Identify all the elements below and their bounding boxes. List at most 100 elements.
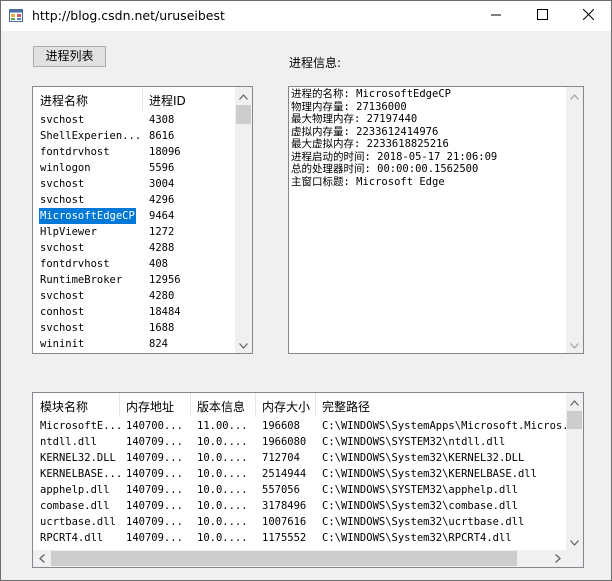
process-id-cell: 5596 [149,162,175,174]
column-divider[interactable] [190,393,191,417]
title-bar[interactable]: http://blog.csdn.net/uruseibest [1,1,611,31]
process-id-cell: 408 [149,258,168,270]
table-row[interactable]: apphelp.dll 140709... 10.0.... 557056 C:\WIN… [33,482,567,498]
memory-address-cell: 140709... [126,532,183,544]
full-path-cell: C:\WINDOWS\System32\ucrtbase.dll [322,516,525,528]
window-title: http://blog.csdn.net/uruseibest [32,8,225,23]
info-scrollbar[interactable] [566,87,583,353]
column-header-memory-address[interactable]: 内存地址 [126,398,174,415]
module-vertical-scrollbar[interactable] [566,393,583,550]
module-name-cell: ntdll.dll [40,436,97,448]
memory-address-cell: 140709... [126,468,183,480]
process-info-text[interactable]: 进程的名称: MicrosoftEdgeCP 物理内存量: 27136000 最大物… [291,88,565,188]
module-name-cell: combase.dll [40,500,110,512]
process-id-cell: 1272 [149,226,175,238]
table-row[interactable]: svchost 4296 [33,192,236,208]
table-row[interactable]: ShellExperien... 8616 [33,128,236,144]
scroll-thumb[interactable] [567,411,582,429]
process-name-cell: svchost [40,178,85,190]
chevron-up-icon [570,395,579,409]
chevron-up-icon [570,89,579,103]
table-row[interactable]: KERNEL32.DLL 140709... 10.0.... 712704 C:\WI… [33,450,567,466]
table-row[interactable]: winlogon 5596 [33,160,236,176]
scroll-up-button[interactable] [566,87,583,104]
chevron-down-icon [570,535,579,549]
table-row[interactable]: KERNELBASE... 140709... 10.0.... 2514944 C:\… [33,466,567,482]
table-row[interactable]: combase.dll 140709... 10.0.... 3178496 C:\WI… [33,498,567,514]
table-row[interactable]: RPCRT4.dll 140709... 10.0.... 1175552 C:\WIN… [33,530,567,546]
table-row[interactable]: svchost 4280 [33,288,236,304]
scroll-up-button[interactable] [566,393,583,410]
process-list-scrollbar[interactable] [235,87,252,353]
process-name-cell: winlogon [40,162,91,174]
maximize-button[interactable] [519,1,565,31]
scroll-down-button[interactable] [235,336,252,353]
version-cell: 10.0.... [197,484,248,496]
column-divider[interactable] [119,393,120,417]
column-header-full-path[interactable]: 完整路径 [322,398,370,415]
table-row[interactable]: svchost 1688 [33,320,236,336]
process-list-button[interactable]: 进程列表 [33,46,106,67]
scroll-thumb[interactable] [51,551,517,566]
memory-size-cell: 196608 [262,420,300,432]
column-header-process-name[interactable]: 进程名称 [40,92,88,109]
table-row[interactable]: svchost 3004 [33,176,236,192]
column-header-version[interactable]: 版本信息 [197,398,245,415]
info-line: 最大物理内存: 27197440 [291,113,418,125]
table-row[interactable]: MicrosoftEdgeCP 9464 [33,208,236,224]
table-row[interactable]: wininit 824 [33,336,236,352]
process-name-cell: svchost [40,290,85,302]
process-name-cell: wininit [40,338,85,350]
process-info-label: 进程信息: [289,56,342,70]
process-name-cell: fontdrvhost [40,258,110,270]
column-header-module-name[interactable]: 模块名称 [40,398,88,415]
minimize-button[interactable] [473,1,519,31]
column-divider[interactable] [255,393,256,417]
version-cell: 10.0.... [197,532,248,544]
scroll-down-button[interactable] [566,336,583,353]
process-id-cell: 1688 [149,322,175,334]
process-name-cell: HlpViewer [40,226,97,238]
table-row[interactable]: svchost 4308 [33,112,236,128]
table-row[interactable]: svchost 4288 [33,240,236,256]
full-path-cell: C:\WINDOWS\SYSTEM32\ntdll.dll [322,436,506,448]
column-divider[interactable] [315,393,316,417]
memory-address-cell: 140709... [126,436,183,448]
table-row[interactable]: conhost 18484 [33,304,236,320]
process-info-textbox[interactable]: 进程的名称: MicrosoftEdgeCP 物理内存量: 27136000 最大物… [288,86,584,354]
process-id-cell: 9464 [149,210,175,222]
scroll-left-button[interactable] [33,550,50,567]
memory-address-cell: 140709... [126,484,183,496]
scroll-right-button[interactable] [549,550,566,567]
column-header-process-id[interactable]: 进程ID [149,92,186,109]
close-button[interactable] [565,1,611,31]
close-icon [582,8,594,23]
module-listview[interactable]: 模块名称 内存地址 版本信息 内存大小 完整路径 MicrosoftE... 14… [32,392,584,568]
process-id-cell: 8616 [149,130,175,142]
process-id-cell: 18096 [149,146,181,158]
table-row[interactable]: HlpViewer 1272 [33,224,236,240]
table-row[interactable]: fontdrvhost 408 [33,256,236,272]
scroll-up-button[interactable] [235,87,252,104]
scroll-thumb[interactable] [236,105,251,124]
full-path-cell: C:\WINDOWS\System32\RPCRT4.dll [322,532,512,544]
chevron-up-icon [239,89,248,103]
module-name-cell: KERNEL32.DLL [40,452,116,464]
module-horizontal-scrollbar[interactable] [33,550,566,567]
table-row[interactable]: RuntimeBroker 12956 [33,272,236,288]
module-name-cell: apphelp.dll [40,484,110,496]
column-divider[interactable] [142,87,143,111]
table-row[interactable]: ntdll.dll 140709... 10.0.... 1966080 C:\WIND… [33,434,567,450]
chevron-down-icon [239,338,248,352]
app-window: http://blog.csdn.net/uruseibest 进程列表 进程信… [0,0,612,581]
table-row[interactable]: fontdrvhost 18096 [33,144,236,160]
full-path-cell: C:\WINDOWS\System32\combase.dll [322,500,518,512]
memory-size-cell: 2514944 [262,468,307,480]
chevron-left-icon [38,552,45,566]
column-header-memory-size[interactable]: 内存大小 [262,398,310,415]
table-row[interactable]: MicrosoftE... 140700... 11.00... 196608 C:\W… [33,418,567,434]
table-row[interactable]: ucrtbase.dll 140709... 10.0.... 1007616 C:\W… [33,514,567,530]
process-listview[interactable]: 进程名称 进程ID svchost 4308 ShellExperien... 861… [32,86,253,354]
scroll-down-button[interactable] [566,533,583,550]
process-name-cell: MicrosoftEdgeCP [39,208,136,224]
